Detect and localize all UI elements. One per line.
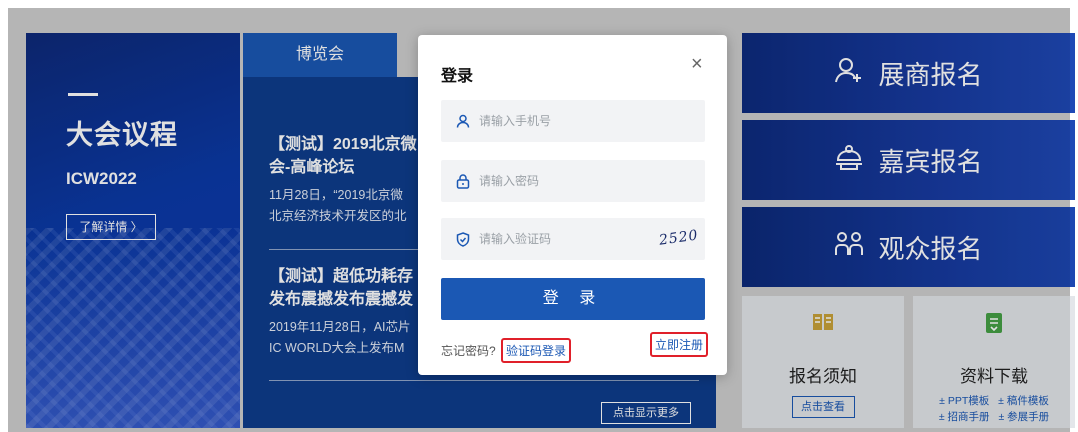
agenda-title: 大会议程 xyxy=(66,120,178,150)
audience-registration-label: 观众报名 xyxy=(878,233,983,264)
group-icon xyxy=(834,229,864,266)
shield-check-icon xyxy=(455,231,471,247)
download-link-ppt-template[interactable]: ± PPT模板 xyxy=(939,395,989,407)
downloads-title: 资料下载 xyxy=(960,367,1028,386)
download-link-manuscript-template[interactable]: ± 稿件模板 xyxy=(998,395,1049,407)
close-icon[interactable]: × xyxy=(691,54,703,74)
exhibitor-registration-label: 展商报名 xyxy=(878,59,983,90)
agenda-accent-bar xyxy=(68,93,98,96)
login-dialog: 登录 × 2520 登 录 忘记密码? 验证码登录 立即注册 xyxy=(418,35,727,375)
user-icon xyxy=(455,113,471,129)
show-more-button[interactable]: 点击显示更多 xyxy=(601,402,691,424)
password-field xyxy=(441,160,705,202)
captcha-input[interactable] xyxy=(479,232,639,246)
host-bell-icon xyxy=(834,142,864,179)
password-input[interactable] xyxy=(479,174,639,188)
downloads-card: 资料下载 ± PPT模板 ± 稿件模板 ± 招商手册 ± 参展手册 xyxy=(913,296,1075,428)
phone-field xyxy=(441,100,705,142)
registration-notice-title: 报名须知 xyxy=(789,367,857,386)
phone-input[interactable] xyxy=(479,114,639,128)
login-footer: 忘记密码? 验证码登录 xyxy=(441,338,572,363)
book-icon xyxy=(742,312,904,340)
captcha-image[interactable]: 2520 xyxy=(658,227,699,248)
download-link-investment-manual[interactable]: ± 招商手册 xyxy=(939,411,990,423)
captcha-field: 2520 xyxy=(441,218,705,260)
document-download-icon xyxy=(913,312,1075,340)
registration-notice-card: 报名须知 点击查看 xyxy=(742,296,904,428)
login-dialog-title: 登录 xyxy=(441,68,474,85)
person-add-icon xyxy=(834,55,864,92)
exhibitor-registration-tile[interactable]: 展商报名 xyxy=(742,33,1075,113)
agenda-details-button[interactable]: 了解详情 〉 xyxy=(66,214,156,240)
guest-registration-tile[interactable]: 嘉宾报名 xyxy=(742,120,1075,200)
download-links: ± PPT模板 ± 稿件模板 ± 招商手册 ± 参展手册 xyxy=(913,393,1075,425)
forgot-password-link[interactable]: 忘记密码? xyxy=(441,344,496,358)
register-link[interactable]: 立即注册 xyxy=(650,332,709,357)
download-link-exhibitor-manual[interactable]: ± 参展手册 xyxy=(998,411,1049,423)
agenda-decoration xyxy=(26,228,240,428)
page-frame-left xyxy=(0,0,8,432)
tab-expo[interactable]: 博览会 xyxy=(243,33,397,77)
agenda-subtitle: ICW2022 xyxy=(66,169,137,188)
login-button[interactable]: 登 录 xyxy=(441,278,705,320)
code-login-link[interactable]: 验证码登录 xyxy=(501,338,572,363)
lock-icon xyxy=(455,173,471,189)
news-divider xyxy=(269,380,699,381)
view-notice-button[interactable]: 点击查看 xyxy=(791,396,855,418)
page-frame-top xyxy=(0,0,1078,8)
guest-registration-label: 嘉宾报名 xyxy=(878,146,983,177)
agenda-panel: 大会议程 ICW2022 了解详情 〉 xyxy=(26,33,240,428)
audience-registration-tile[interactable]: 观众报名 xyxy=(742,207,1075,287)
